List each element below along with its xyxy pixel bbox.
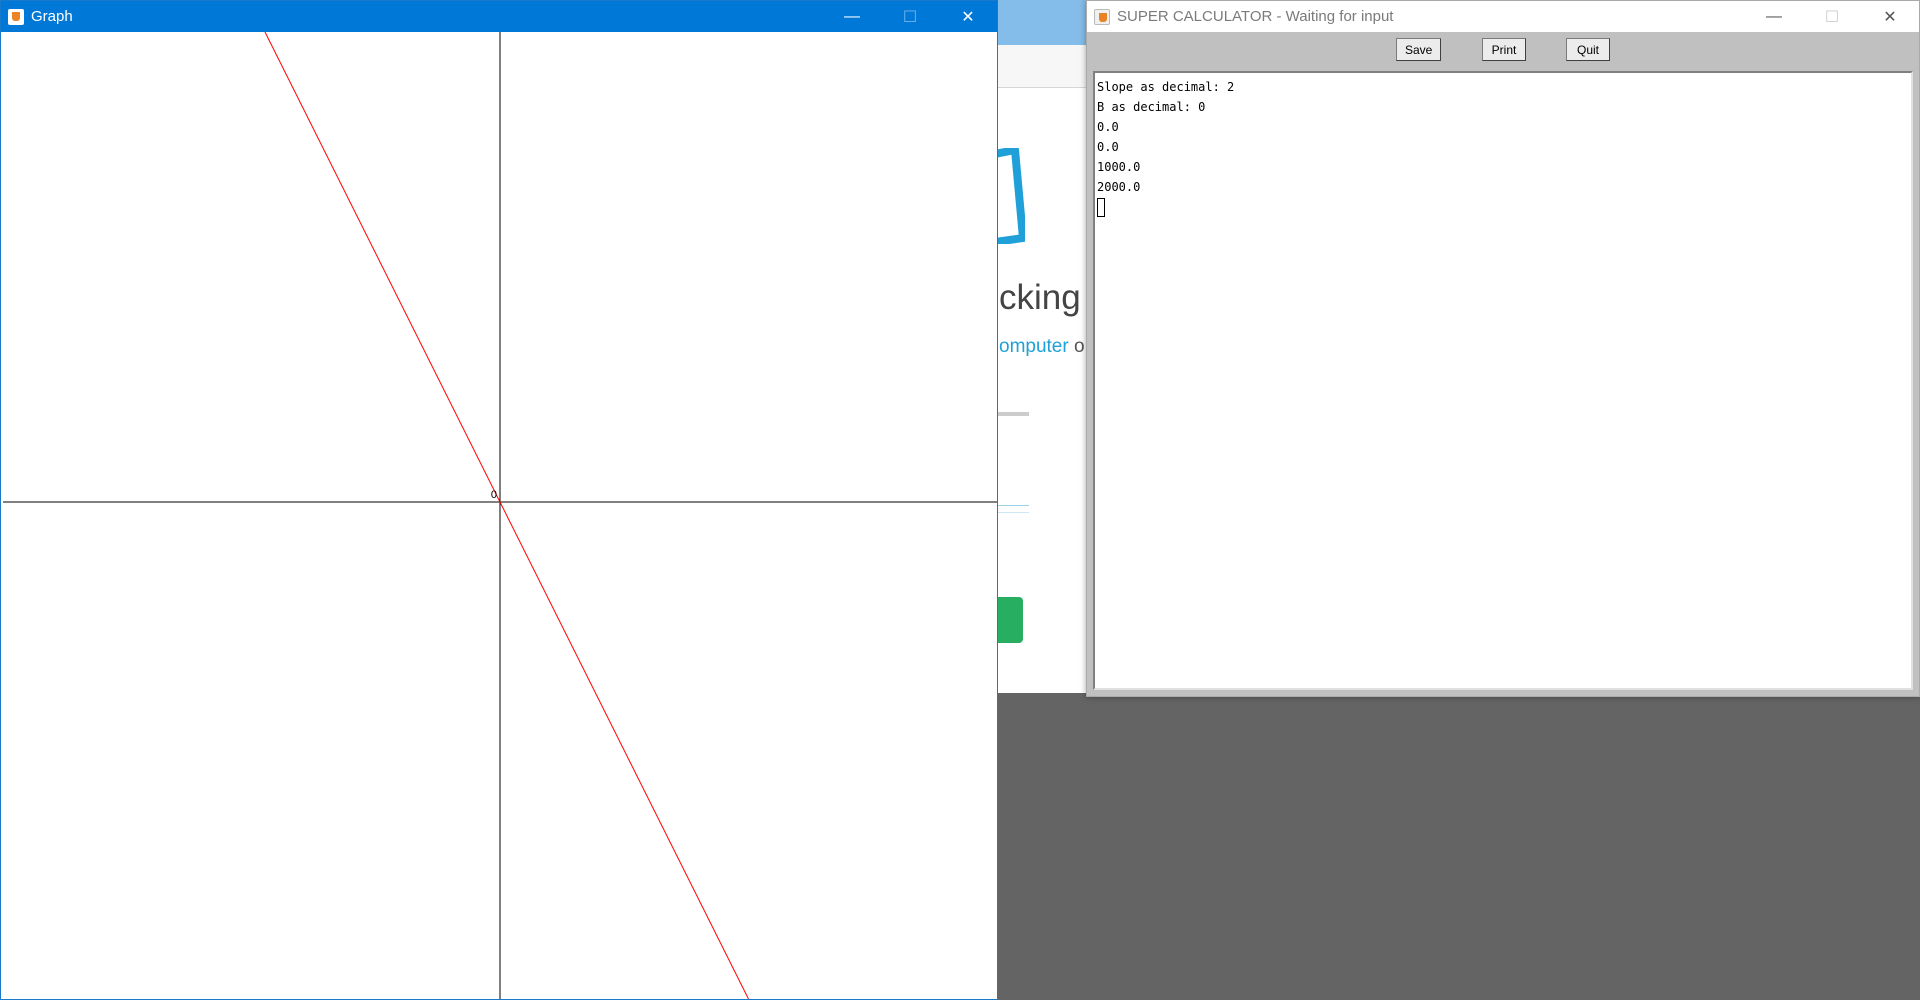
calculator-minimize-button[interactable]: — <box>1745 1 1803 32</box>
java-app-icon[interactable] <box>8 8 24 25</box>
calculator-window-controls: — ☐ ✕ <box>1745 1 1919 32</box>
calculator-window: SUPER CALCULATOR - Waiting for input — ☐… <box>1086 0 1920 697</box>
calculator-titlebar[interactable]: SUPER CALCULATOR - Waiting for input — ☐… <box>1087 1 1919 33</box>
background-link-fragment[interactable]: omputer <box>999 336 1069 357</box>
output-line: B as decimal: 0 <box>1097 100 1206 114</box>
calculator-output-area[interactable]: Slope as decimal: 2 B as decimal: 0 0.0 0.0… <box>1093 71 1913 690</box>
graph-close-button[interactable]: ✕ <box>939 1 997 32</box>
calculator-window-title: SUPER CALCULATOR - Waiting for input <box>1117 8 1394 25</box>
output-line: 2000.0 <box>1097 180 1141 194</box>
background-green-button[interactable] <box>995 597 1023 643</box>
graph-maximize-button[interactable]: ☐ <box>881 1 939 32</box>
quit-button[interactable]: Quit <box>1566 38 1610 61</box>
background-divider <box>995 505 1029 506</box>
output-line: 0.0 <box>1097 120 1119 134</box>
output-line: Slope as decimal: 2 <box>1097 80 1235 94</box>
background-link-rest: o <box>1068 336 1085 357</box>
java-app-icon[interactable] <box>1094 8 1110 25</box>
background-link-line: omputer o <box>999 336 1085 358</box>
text-caret <box>1097 198 1105 217</box>
calculator-toolbar: Save Print Quit <box>1087 32 1919 68</box>
graph-window-controls: — ☐ ✕ <box>823 1 997 32</box>
graph-window: Graph — ☐ ✕ 0 <box>0 0 998 1000</box>
output-line: 1000.0 <box>1097 160 1141 174</box>
output-lines: Slope as decimal: 2 B as decimal: 0 0.0 0.0… <box>1097 77 1909 197</box>
origin-label: 0 <box>491 489 497 501</box>
graph-titlebar[interactable]: Graph — ☐ ✕ <box>1 1 997 32</box>
background-slider <box>995 412 1029 416</box>
input-line[interactable] <box>1097 197 1909 223</box>
background-heading-fragment: cking <box>999 278 1081 317</box>
calculator-maximize-button[interactable]: ☐ <box>1803 1 1861 32</box>
output-line: 0.0 <box>1097 140 1119 154</box>
clipboard-icon <box>995 148 1025 244</box>
print-button[interactable]: Print <box>1482 38 1526 61</box>
save-button[interactable]: Save <box>1396 38 1442 61</box>
plotted-line <box>264 32 749 999</box>
background-divider-secondary <box>995 512 1029 513</box>
graph-minimize-button[interactable]: — <box>823 1 881 32</box>
graph-plot: 0 <box>3 32 997 999</box>
calculator-close-button[interactable]: ✕ <box>1861 1 1919 32</box>
graph-window-title: Graph <box>31 8 73 25</box>
graph-canvas[interactable]: 0 <box>3 32 997 999</box>
